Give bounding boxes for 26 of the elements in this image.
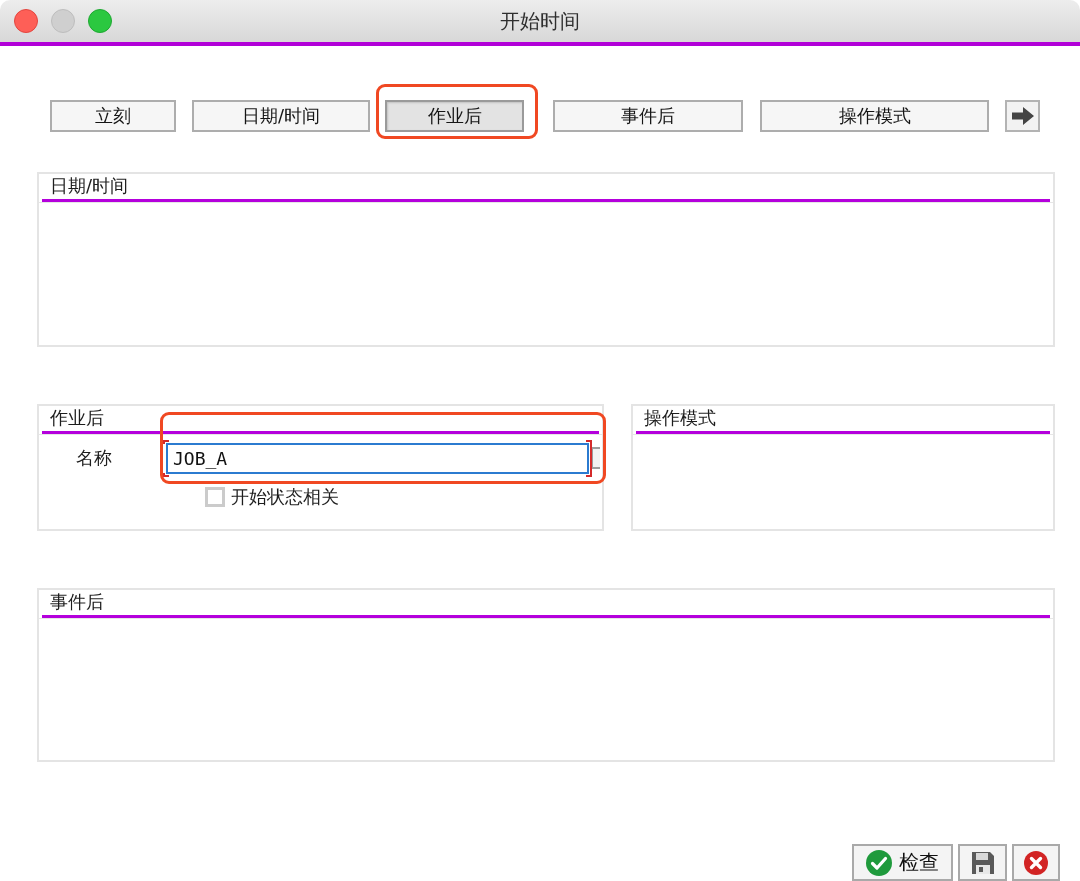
tab-button[interactable]: 立刻: [50, 100, 176, 132]
left-bracket-icon: [163, 439, 169, 477]
scroll-right-button[interactable]: [1005, 100, 1040, 132]
right-arrow-icon: [1011, 107, 1034, 125]
check-button[interactable]: 检查: [852, 844, 953, 881]
tab-button[interactable]: 操作模式: [760, 100, 989, 132]
checkbox[interactable]: [205, 486, 225, 507]
panel-title: 作业后: [50, 406, 104, 429]
tab-button[interactable]: 作业后: [385, 100, 524, 132]
maximize-icon[interactable]: [88, 9, 112, 33]
value-help-button[interactable]: [591, 447, 600, 469]
panel-title: 事件后: [50, 590, 104, 613]
window-title: 开始时间: [500, 9, 580, 33]
panel-title: 操作模式: [644, 406, 716, 429]
checkbox-label: 开始状态相关: [231, 485, 339, 508]
cancel-icon: [1024, 850, 1048, 875]
cancel-button[interactable]: [1012, 844, 1060, 881]
tab-button[interactable]: 事件后: [553, 100, 743, 132]
right-bracket-icon: [586, 439, 592, 477]
close-icon[interactable]: [14, 9, 38, 33]
panel-title: 日期/时间: [50, 175, 129, 197]
tab-button[interactable]: 日期/时间: [192, 100, 370, 132]
save-button[interactable]: [958, 844, 1007, 881]
name-input[interactable]: JOB_A: [166, 442, 589, 474]
field-label: 名称: [76, 447, 113, 469]
check-icon: [866, 849, 892, 876]
